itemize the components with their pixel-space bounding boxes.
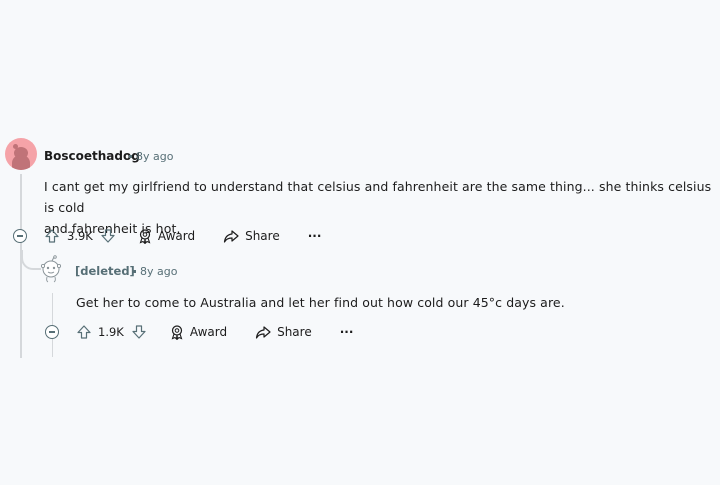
reply-award-label: Award xyxy=(189,325,228,339)
reply-collapse-button[interactable] xyxy=(45,325,59,339)
reply-more-options-button[interactable]: ··· xyxy=(340,325,354,339)
reply-award-button[interactable]: Award xyxy=(169,324,227,340)
deleted-user-avatar xyxy=(38,255,64,283)
thread-line[interactable] xyxy=(20,174,22,358)
reply-share-button[interactable]: Share xyxy=(255,324,312,340)
more-icon: ··· xyxy=(307,229,322,243)
comment-author[interactable]: Boscoethadog xyxy=(44,149,140,163)
award-button[interactable]: Award xyxy=(137,228,195,244)
reply-downvote-button[interactable] xyxy=(131,324,147,340)
more-options-button[interactable]: ··· xyxy=(308,229,322,243)
reply-share-label: Share xyxy=(277,325,312,339)
downvote-icon xyxy=(100,228,116,244)
reply-body: Get her to come to Australia and let her… xyxy=(76,295,565,310)
upvote-button[interactable] xyxy=(44,228,60,244)
share-icon xyxy=(223,228,239,244)
award-icon xyxy=(169,324,185,340)
downvote-icon xyxy=(131,324,147,340)
share-button[interactable]: Share xyxy=(223,228,280,244)
upvote-icon xyxy=(44,228,60,244)
award-icon xyxy=(137,228,153,244)
reply-author: [deleted] xyxy=(75,264,135,278)
downvote-button[interactable] xyxy=(100,228,116,244)
comment-actions: 3.9K Award Share ··· xyxy=(44,226,321,246)
more-icon: ··· xyxy=(339,325,354,339)
user-avatar[interactable] xyxy=(5,138,37,170)
comment-timestamp: 8y ago xyxy=(129,150,173,163)
share-label: Share xyxy=(245,229,280,243)
award-label: Award xyxy=(157,229,196,243)
reply-upvote-button[interactable] xyxy=(76,324,92,340)
reply-vote-count: 1.9K xyxy=(98,325,124,339)
share-icon xyxy=(255,324,271,340)
upvote-icon xyxy=(76,324,92,340)
vote-count: 3.9K xyxy=(67,229,93,243)
reply-actions: 1.9K Award Share ··· xyxy=(76,322,353,342)
reply-timestamp: 8y ago xyxy=(133,265,177,278)
collapse-button[interactable] xyxy=(13,229,27,243)
